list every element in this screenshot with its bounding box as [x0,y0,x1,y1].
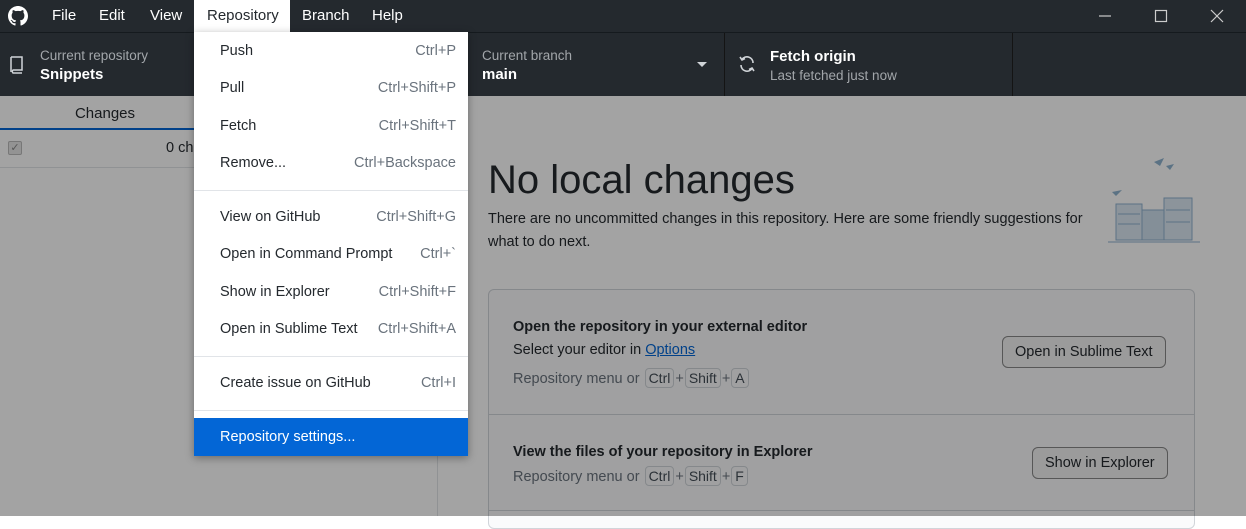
fetch-origin-button[interactable]: Fetch origin Last fetched just now [725,33,1013,96]
fetch-title: Fetch origin [770,48,856,65]
menu-view[interactable]: View [140,0,192,32]
menu-item-create-issue[interactable]: Create issue on GitHub Ctrl+I [194,365,468,401]
menu-item-open-command-prompt[interactable]: Open in Command Prompt Ctrl+` [194,236,468,272]
menu-item-push[interactable]: Push Ctrl+P [194,33,468,69]
menu-separator [194,190,468,191]
branch-name: main [482,66,518,83]
close-icon [1210,9,1224,23]
menu-item-remove[interactable]: Remove... Ctrl+Backspace [194,145,468,181]
maximize-icon [1154,9,1168,23]
repository-label: Current repository [40,48,149,63]
maximize-button[interactable] [1133,0,1189,32]
repo-icon [10,56,23,74]
sync-icon [739,56,755,72]
branch-label: Current branch [482,48,573,63]
menu-repository[interactable]: Repository [194,0,290,32]
repository-name: Snippets [40,66,104,83]
toolbar: Current repository Snippets Current bran… [0,32,1246,96]
title-bar: File Edit View Repository Branch Help [0,0,1246,32]
menu-help[interactable]: Help [362,0,413,32]
menu-item-fetch[interactable]: Fetch Ctrl+Shift+T [194,108,468,144]
menu-file[interactable]: File [42,0,86,32]
close-button[interactable] [1189,0,1245,32]
chevron-down-icon [697,62,707,67]
github-icon[interactable] [8,6,28,26]
fetch-status: Last fetched just now [770,68,897,83]
menu-item-view-on-github[interactable]: View on GitHub Ctrl+Shift+G [194,199,468,235]
menu-separator [194,410,468,411]
menu-branch[interactable]: Branch [292,0,360,32]
menu-item-repository-settings[interactable]: Repository settings... [194,418,468,456]
current-branch-button[interactable]: Current branch main [440,33,725,96]
menu-item-pull[interactable]: Pull Ctrl+Shift+P [194,70,468,106]
menu-item-show-in-explorer[interactable]: Show in Explorer Ctrl+Shift+F [194,274,468,310]
minimize-icon [1099,15,1111,17]
menu-separator [194,356,468,357]
menu-backdrop[interactable] [0,96,1246,516]
menu-item-open-in-sublime[interactable]: Open in Sublime Text Ctrl+Shift+A [194,311,468,347]
repository-menu: Push Ctrl+P Pull Ctrl+Shift+P Fetch Ctrl+Sh… [194,32,468,456]
menu-edit[interactable]: Edit [89,0,135,32]
minimize-button[interactable] [1077,0,1133,32]
